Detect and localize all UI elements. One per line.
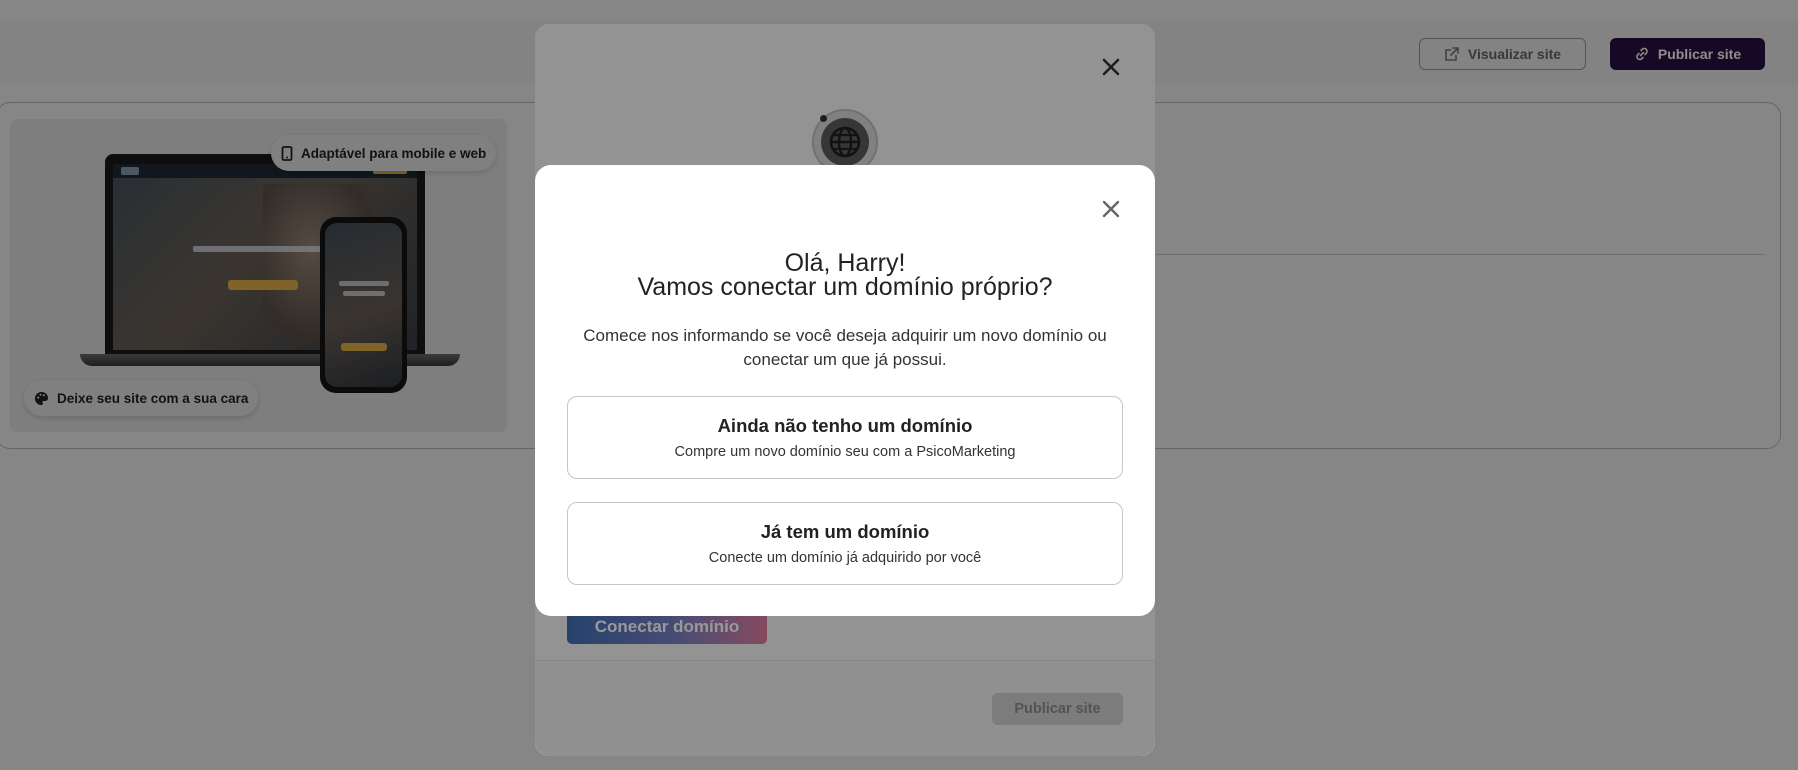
option-title: Já tem um domínio: [760, 521, 930, 542]
modal-title: Olá, Harry! Vamos conectar um domínio pr…: [535, 249, 1155, 301]
modal-title-greeting: Olá, Harry!: [784, 249, 906, 277]
option-title: Ainda não tenho um domínio: [717, 415, 973, 436]
modal-title-question: Vamos conectar um domínio próprio?: [637, 273, 1053, 301]
option-subtitle: Conecte um domínio já adquirido por você: [708, 550, 982, 566]
option-no-domain[interactable]: Ainda não tenho um domínio Compre um nov…: [567, 396, 1123, 479]
modal-description: Comece nos informando se você deseja adq…: [583, 326, 1107, 369]
close-icon[interactable]: [1100, 198, 1122, 220]
option-has-domain[interactable]: Já tem um domínio Conecte um domínio já …: [567, 502, 1123, 585]
connect-domain-modal: Olá, Harry! Vamos conectar um domínio pr…: [535, 165, 1155, 616]
option-subtitle: Compre um novo domínio seu com a PsicoMa…: [674, 444, 1016, 460]
